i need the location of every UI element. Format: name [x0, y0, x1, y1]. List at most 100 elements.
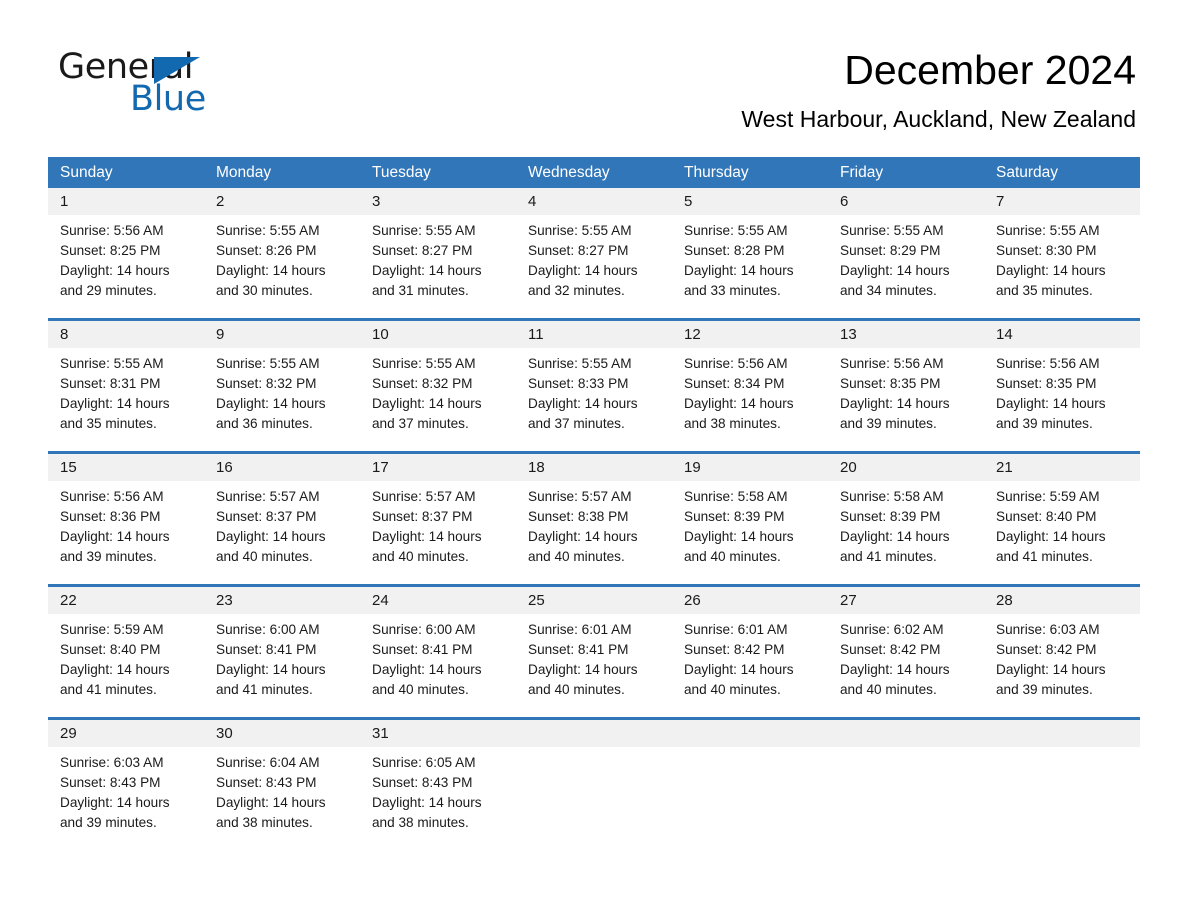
day-cell[interactable]: Sunrise: 6:03 AM Sunset: 8:43 PM Daylight:… — [48, 747, 204, 839]
day-cell[interactable]: Sunrise: 5:57 AM Sunset: 8:38 PM Daylight:… — [516, 481, 672, 573]
daylight-text-line1: Daylight: 14 hours — [684, 529, 794, 544]
day-cell[interactable]: Sunrise: 5:55 AM Sunset: 8:26 PM Daylight:… — [204, 215, 360, 307]
day-number[interactable]: 13 — [828, 321, 984, 348]
day-number[interactable]: 12 — [672, 321, 828, 348]
daylight-text-line2: and 41 minutes. — [840, 549, 937, 564]
daylight-text-line1: Daylight: 14 hours — [684, 263, 794, 278]
sunrise-text: Sunrise: 6:02 AM — [840, 622, 944, 637]
day-cell[interactable]: Sunrise: 6:03 AM Sunset: 8:42 PM Daylight:… — [984, 614, 1140, 706]
day-number[interactable]: 5 — [672, 188, 828, 215]
day-number[interactable]: 11 — [516, 321, 672, 348]
day-cell[interactable]: Sunrise: 5:55 AM Sunset: 8:31 PM Daylight:… — [48, 348, 204, 440]
generalblue-logo[interactable]: General Blue — [58, 50, 288, 128]
day-info-band: Sunrise: 5:55 AM Sunset: 8:31 PM Daylight:… — [48, 348, 1140, 440]
day-cell[interactable]: Sunrise: 6:01 AM Sunset: 8:42 PM Daylight:… — [672, 614, 828, 706]
day-cell-empty — [828, 747, 984, 839]
day-cell[interactable]: Sunrise: 5:56 AM Sunset: 8:25 PM Daylight:… — [48, 215, 204, 307]
day-number[interactable]: 19 — [672, 454, 828, 481]
day-number-band: 29 30 31 — [48, 720, 1140, 747]
day-number[interactable]: 7 — [984, 188, 1140, 215]
day-number[interactable]: 27 — [828, 587, 984, 614]
day-cell[interactable]: Sunrise: 6:02 AM Sunset: 8:42 PM Daylight:… — [828, 614, 984, 706]
day-number[interactable]: 8 — [48, 321, 204, 348]
day-number[interactable]: 28 — [984, 587, 1140, 614]
day-number[interactable]: 29 — [48, 720, 204, 747]
day-cell[interactable]: Sunrise: 6:01 AM Sunset: 8:41 PM Daylight:… — [516, 614, 672, 706]
day-number[interactable]: 17 — [360, 454, 516, 481]
day-number[interactable]: 6 — [828, 188, 984, 215]
day-number[interactable]: 30 — [204, 720, 360, 747]
sunset-text: Sunset: 8:43 PM — [60, 775, 161, 790]
day-number[interactable]: 21 — [984, 454, 1140, 481]
day-cell[interactable]: Sunrise: 6:00 AM Sunset: 8:41 PM Daylight:… — [204, 614, 360, 706]
sunrise-text: Sunrise: 5:55 AM — [216, 356, 320, 371]
day-cell[interactable]: Sunrise: 6:05 AM Sunset: 8:43 PM Daylight:… — [360, 747, 516, 839]
daylight-text-line2: and 35 minutes. — [60, 416, 157, 431]
daylight-text-line2: and 31 minutes. — [372, 283, 469, 298]
day-number[interactable]: 18 — [516, 454, 672, 481]
day-cell[interactable]: Sunrise: 5:58 AM Sunset: 8:39 PM Daylight:… — [672, 481, 828, 573]
day-number[interactable]: 2 — [204, 188, 360, 215]
day-cell[interactable]: Sunrise: 6:04 AM Sunset: 8:43 PM Daylight:… — [204, 747, 360, 839]
sunrise-text: Sunrise: 5:55 AM — [996, 223, 1100, 238]
daylight-text-line1: Daylight: 14 hours — [528, 529, 638, 544]
day-cell[interactable]: Sunrise: 5:56 AM Sunset: 8:35 PM Daylight:… — [984, 348, 1140, 440]
day-number[interactable]: 26 — [672, 587, 828, 614]
day-number[interactable]: 16 — [204, 454, 360, 481]
day-number-empty — [984, 720, 1140, 747]
daylight-text-line2: and 30 minutes. — [216, 283, 313, 298]
daylight-text-line2: and 40 minutes. — [528, 682, 625, 697]
daylight-text-line1: Daylight: 14 hours — [60, 662, 170, 677]
daylight-text-line2: and 37 minutes. — [372, 416, 469, 431]
sunrise-text: Sunrise: 5:55 AM — [528, 223, 632, 238]
day-number[interactable]: 15 — [48, 454, 204, 481]
sunrise-text: Sunrise: 5:56 AM — [60, 489, 164, 504]
day-cell[interactable]: Sunrise: 5:57 AM Sunset: 8:37 PM Daylight:… — [204, 481, 360, 573]
day-cell[interactable]: Sunrise: 5:59 AM Sunset: 8:40 PM Daylight:… — [984, 481, 1140, 573]
calendar-weeks: 1 2 3 4 5 6 7 Sunrise: 5:56 AM Sunset: 8:25 PM Da… — [48, 188, 1140, 839]
day-cell[interactable]: Sunrise: 5:55 AM Sunset: 8:29 PM Daylight:… — [828, 215, 984, 307]
daylight-text-line1: Daylight: 14 hours — [528, 396, 638, 411]
day-cell[interactable]: Sunrise: 5:55 AM Sunset: 8:28 PM Daylight:… — [672, 215, 828, 307]
sunrise-text: Sunrise: 5:55 AM — [528, 356, 632, 371]
day-number[interactable]: 23 — [204, 587, 360, 614]
day-cell[interactable]: Sunrise: 5:55 AM Sunset: 8:30 PM Daylight:… — [984, 215, 1140, 307]
day-number[interactable]: 22 — [48, 587, 204, 614]
sunrise-text: Sunrise: 5:55 AM — [372, 356, 476, 371]
day-cell[interactable]: Sunrise: 5:56 AM Sunset: 8:34 PM Daylight:… — [672, 348, 828, 440]
sunrise-text: Sunrise: 6:05 AM — [372, 755, 476, 770]
day-cell[interactable]: Sunrise: 5:58 AM Sunset: 8:39 PM Daylight:… — [828, 481, 984, 573]
day-number[interactable]: 10 — [360, 321, 516, 348]
sunrise-text: Sunrise: 5:57 AM — [372, 489, 476, 504]
day-cell[interactable]: Sunrise: 6:00 AM Sunset: 8:41 PM Daylight:… — [360, 614, 516, 706]
sunrise-text: Sunrise: 5:59 AM — [996, 489, 1100, 504]
sunrise-text: Sunrise: 6:03 AM — [996, 622, 1100, 637]
sunrise-text: Sunrise: 5:55 AM — [216, 223, 320, 238]
daylight-text-line2: and 40 minutes. — [528, 549, 625, 564]
daylight-text-line2: and 40 minutes. — [684, 682, 781, 697]
day-number[interactable]: 31 — [360, 720, 516, 747]
day-cell[interactable]: Sunrise: 5:55 AM Sunset: 8:27 PM Daylight:… — [516, 215, 672, 307]
day-cell[interactable]: Sunrise: 5:55 AM Sunset: 8:33 PM Daylight:… — [516, 348, 672, 440]
day-cell[interactable]: Sunrise: 5:55 AM Sunset: 8:32 PM Daylight:… — [360, 348, 516, 440]
sunset-text: Sunset: 8:42 PM — [684, 642, 785, 657]
day-number[interactable]: 3 — [360, 188, 516, 215]
day-number[interactable]: 14 — [984, 321, 1140, 348]
day-number[interactable]: 25 — [516, 587, 672, 614]
daylight-text-line2: and 39 minutes. — [60, 549, 157, 564]
day-number[interactable]: 9 — [204, 321, 360, 348]
day-cell[interactable]: Sunrise: 5:59 AM Sunset: 8:40 PM Daylight:… — [48, 614, 204, 706]
weekday-header-tuesday: Tuesday — [372, 164, 431, 181]
sunrise-text: Sunrise: 5:58 AM — [684, 489, 788, 504]
day-cell[interactable]: Sunrise: 5:56 AM Sunset: 8:36 PM Daylight:… — [48, 481, 204, 573]
day-number[interactable]: 24 — [360, 587, 516, 614]
day-cell[interactable]: Sunrise: 5:55 AM Sunset: 8:27 PM Daylight:… — [360, 215, 516, 307]
daylight-text-line2: and 38 minutes. — [216, 815, 313, 830]
daylight-text-line1: Daylight: 14 hours — [996, 529, 1106, 544]
day-cell[interactable]: Sunrise: 5:56 AM Sunset: 8:35 PM Daylight:… — [828, 348, 984, 440]
day-number[interactable]: 4 — [516, 188, 672, 215]
day-cell[interactable]: Sunrise: 5:55 AM Sunset: 8:32 PM Daylight:… — [204, 348, 360, 440]
day-number[interactable]: 1 — [48, 188, 204, 215]
day-cell[interactable]: Sunrise: 5:57 AM Sunset: 8:37 PM Daylight:… — [360, 481, 516, 573]
day-number[interactable]: 20 — [828, 454, 984, 481]
